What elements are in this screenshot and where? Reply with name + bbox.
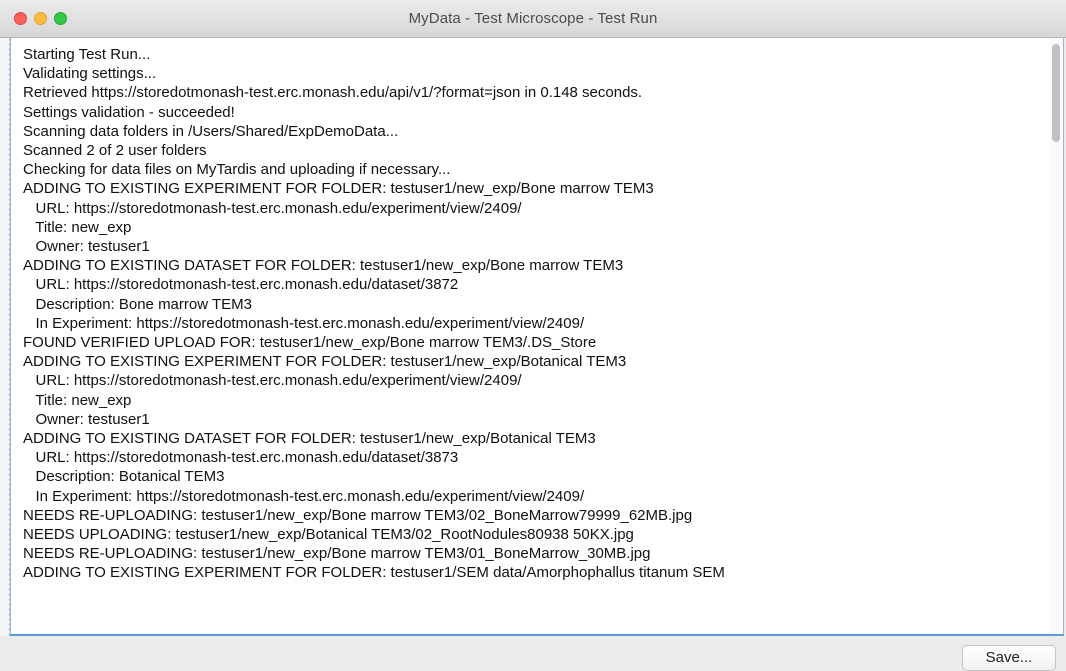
- log-line: Settings validation - succeeded!: [23, 103, 235, 121]
- window-left-edge: [0, 38, 10, 636]
- log-line: ADDING TO EXISTING EXPERIMENT FOR FOLDER…: [23, 353, 627, 371]
- log-line: NEEDS UPLOADING: testuser1/new_exp/Botan…: [23, 526, 634, 544]
- log-line: Checking for data files on MyTardis and …: [23, 161, 451, 179]
- log-line: ADDING TO EXISTING EXPERIMENT FOR FOLDER…: [23, 564, 725, 582]
- log-line: URL: https://storedotmonash-test.erc.mon…: [23, 276, 459, 294]
- log-line: URL: https://storedotmonash-test.erc.mon…: [23, 449, 459, 467]
- window-title: MyData - Test Microscope - Test Run: [408, 10, 658, 27]
- log-line: Retrieved https://storedotmonash-test.er…: [23, 84, 643, 102]
- log-line: Scanning data folders in /Users/Shared/E…: [23, 122, 399, 140]
- log-line: NEEDS RE-UPLOADING: testuser1/new_exp/Bo…: [23, 545, 651, 563]
- log-line: Description: Botanical TEM3: [23, 468, 225, 486]
- log-line: ADDING TO EXISTING DATASET FOR FOLDER: t…: [23, 430, 596, 448]
- log-line: In Experiment: https://storedotmonash-te…: [23, 314, 585, 332]
- log-line: Starting Test Run...: [23, 46, 151, 63]
- log-line: URL: https://storedotmonash-test.erc.mon…: [23, 199, 522, 217]
- log-lines: Starting Test Run... Validating settings.…: [23, 45, 1043, 583]
- log-line: In Experiment: https://storedotmonash-te…: [23, 487, 585, 505]
- log-line: Validating settings...: [23, 65, 157, 83]
- log-line: Description: Bone marrow TEM3: [23, 295, 252, 313]
- log-line: Scanned 2 of 2 user folders: [23, 142, 207, 160]
- log-line: Owner: testuser1: [23, 238, 150, 256]
- log-line: ADDING TO EXISTING DATASET FOR FOLDER: t…: [23, 257, 624, 275]
- log-line: ADDING TO EXISTING EXPERIMENT FOR FOLDER…: [23, 180, 654, 198]
- title-bar[interactable]: MyData - Test Microscope - Test Run: [0, 0, 1066, 38]
- log-line: Title: new_exp: [23, 218, 132, 236]
- log-text-area[interactable]: Starting Test Run... Validating settings.…: [10, 38, 1064, 636]
- mydata-window: MyData - Test Microscope - Test Run Star…: [0, 0, 1066, 671]
- bottom-bar: Save...: [0, 636, 1066, 671]
- log-line: URL: https://storedotmonash-test.erc.mon…: [23, 372, 522, 390]
- save-button[interactable]: Save...: [962, 645, 1056, 671]
- vertical-scrollbar[interactable]: [1049, 38, 1063, 634]
- log-line: NEEDS RE-UPLOADING: testuser1/new_exp/Bo…: [23, 506, 693, 524]
- log-line: FOUND VERIFIED UPLOAD FOR: testuser1/new…: [23, 334, 597, 352]
- log-line: Owner: testuser1: [23, 410, 150, 428]
- scrollbar-thumb[interactable]: [1052, 44, 1060, 142]
- log-line: Title: new_exp: [23, 391, 132, 409]
